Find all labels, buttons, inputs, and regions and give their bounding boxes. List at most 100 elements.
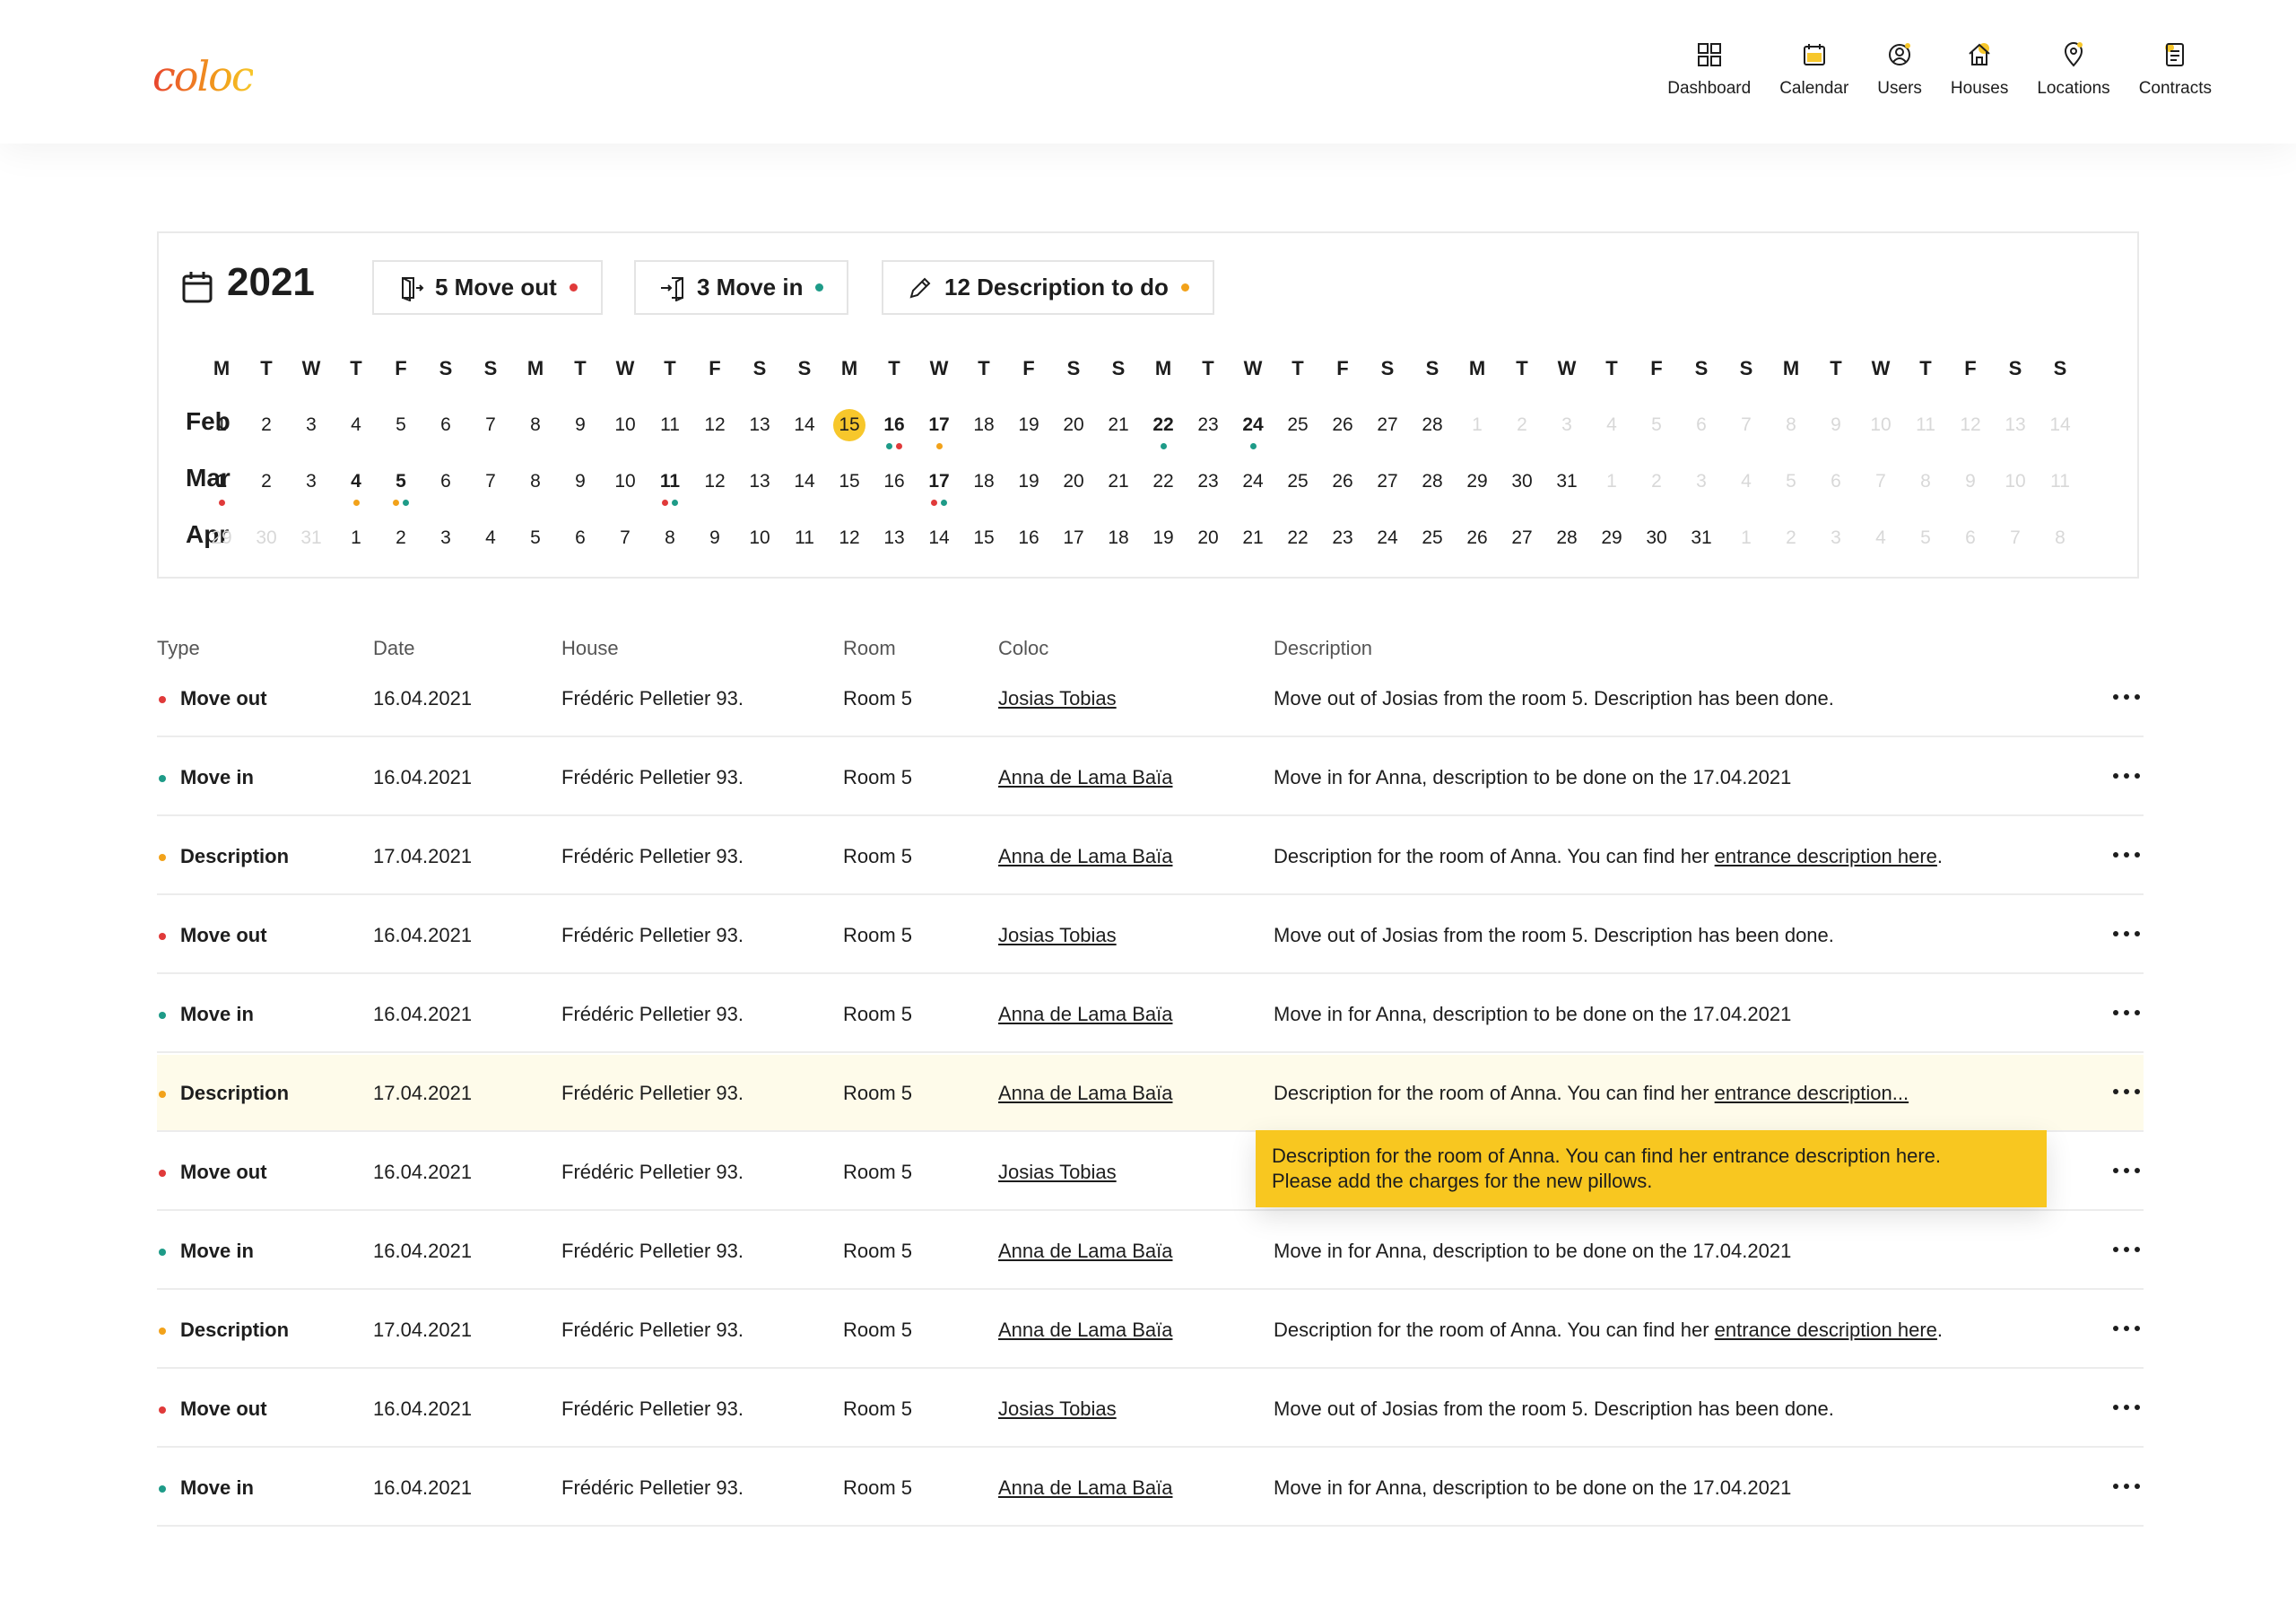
calendar-day[interactable]: 20 [1055, 466, 1092, 498]
calendar-day[interactable]: 1 [203, 466, 240, 498]
row-coloc-link[interactable]: Josias Tobias [998, 660, 1117, 737]
chip-description-todo[interactable]: 12 Description to do [882, 260, 1214, 315]
row-coloc-link[interactable]: Anna de Lama Baïa [998, 1213, 1172, 1290]
row-more-button[interactable] [2113, 694, 2140, 700]
calendar-day[interactable]: 7 [606, 522, 644, 554]
calendar-day[interactable]: 26 [1458, 522, 1496, 554]
col-date[interactable]: Date [373, 637, 414, 660]
chip-move-out[interactable]: 5 Move out [372, 260, 603, 315]
calendar-day[interactable]: 29 [1593, 522, 1631, 554]
table-row[interactable]: Description 17.04.2021 Frédéric Pelletier … [157, 1055, 2144, 1132]
calendar-day[interactable]: 16 [875, 409, 913, 441]
entrance-description-link[interactable]: entrance description... [1715, 1082, 1909, 1104]
calendar-day[interactable]: 19 [1010, 466, 1048, 498]
calendar-day[interactable]: 17 [1055, 522, 1092, 554]
calendar-day[interactable]: 9 [561, 466, 599, 498]
row-coloc-link[interactable]: Josias Tobias [998, 897, 1117, 974]
row-coloc-link[interactable]: Anna de Lama Baïa [998, 739, 1172, 816]
calendar-day[interactable]: 23 [1189, 466, 1227, 498]
col-coloc[interactable]: Coloc [998, 637, 1048, 660]
calendar-day[interactable]: 24 [1369, 522, 1406, 554]
calendar-day[interactable]: 17 [920, 409, 958, 441]
calendar-day[interactable]: 24 [1234, 409, 1272, 441]
calendar-day[interactable]: 2 [248, 466, 285, 498]
col-description[interactable]: Description [1274, 637, 1372, 660]
calendar-day[interactable]: 18 [965, 409, 1003, 441]
col-type[interactable]: Type [157, 637, 200, 660]
calendar-day[interactable]: 12 [696, 466, 734, 498]
col-house[interactable]: House [561, 637, 619, 660]
calendar-day[interactable]: 17 [920, 466, 958, 498]
calendar-day[interactable]: 8 [517, 466, 554, 498]
calendar-day[interactable]: 15 [833, 409, 865, 441]
calendar-day[interactable]: 11 [786, 522, 823, 554]
entrance-description-link[interactable]: entrance description here [1715, 845, 1937, 867]
calendar-day[interactable]: 25 [1413, 522, 1451, 554]
calendar-day[interactable]: 21 [1100, 466, 1137, 498]
nav-calendar[interactable]: Calendar [1779, 39, 1848, 99]
nav-users[interactable]: Users [1877, 39, 1922, 99]
coloc-logo[interactable]: coloc [152, 52, 255, 100]
row-more-button[interactable] [2113, 1247, 2140, 1252]
calendar-day[interactable]: 11 [651, 466, 689, 498]
calendar-day[interactable]: 5 [382, 409, 420, 441]
row-coloc-link[interactable]: Anna de Lama Baïa [998, 818, 1172, 895]
calendar-day[interactable]: 22 [1144, 409, 1182, 441]
calendar-day[interactable]: 18 [1100, 522, 1137, 554]
calendar-day[interactable]: 7 [472, 409, 509, 441]
row-more-button[interactable] [2113, 1405, 2140, 1410]
calendar-day[interactable]: 22 [1144, 466, 1182, 498]
calendar-day[interactable]: 26 [1324, 409, 1361, 441]
row-coloc-link[interactable]: Anna de Lama Baïa [998, 976, 1172, 1053]
calendar-day[interactable]: 3 [292, 466, 330, 498]
calendar-day[interactable]: 6 [427, 409, 465, 441]
calendar-day[interactable]: 27 [1369, 409, 1406, 441]
calendar-day[interactable]: 13 [741, 466, 778, 498]
calendar-day[interactable]: 20 [1055, 409, 1092, 441]
calendar-day[interactable]: 4 [472, 522, 509, 554]
table-row[interactable]: Move out 16.04.2021 Frédéric Pelletier 93.… [157, 897, 2144, 974]
row-coloc-link[interactable]: Anna de Lama Baïa [998, 1055, 1172, 1132]
calendar-day[interactable]: 19 [1010, 409, 1048, 441]
table-row[interactable]: Description 17.04.2021 Frédéric Pelletier … [157, 818, 2144, 895]
table-row[interactable]: Move in 16.04.2021 Frédéric Pelletier 93. R… [157, 976, 2144, 1053]
row-more-button[interactable] [2113, 931, 2140, 936]
calendar-day[interactable]: 29 [1458, 466, 1496, 498]
calendar-day[interactable]: 8 [517, 409, 554, 441]
calendar-day[interactable]: 23 [1189, 409, 1227, 441]
calendar-day[interactable]: 13 [741, 409, 778, 441]
calendar-day[interactable]: 25 [1279, 466, 1317, 498]
calendar-day[interactable]: 15 [965, 522, 1003, 554]
row-more-button[interactable] [2113, 1326, 2140, 1331]
calendar-day[interactable]: 2 [248, 409, 285, 441]
row-more-button[interactable] [2113, 1168, 2140, 1173]
table-row[interactable]: Move out 16.04.2021 Frédéric Pelletier 93.… [157, 660, 2144, 737]
calendar-day[interactable]: 12 [696, 409, 734, 441]
calendar-day[interactable]: 24 [1234, 466, 1272, 498]
calendar-day[interactable]: 27 [1503, 522, 1541, 554]
calendar-day[interactable]: 14 [786, 409, 823, 441]
calendar-day[interactable]: 2 [382, 522, 420, 554]
calendar-day[interactable]: 22 [1279, 522, 1317, 554]
calendar-day[interactable]: 12 [831, 522, 868, 554]
calendar-day[interactable]: 16 [1010, 522, 1048, 554]
calendar-day[interactable]: 11 [651, 409, 689, 441]
row-coloc-link[interactable]: Josias Tobias [998, 1134, 1117, 1211]
calendar-day[interactable]: 30 [1503, 466, 1541, 498]
row-more-button[interactable] [2113, 773, 2140, 779]
calendar-day[interactable]: 7 [472, 466, 509, 498]
calendar-day[interactable]: 10 [606, 409, 644, 441]
calendar-day[interactable]: 25 [1279, 409, 1317, 441]
calendar-day[interactable]: 9 [561, 409, 599, 441]
calendar-day[interactable]: 14 [920, 522, 958, 554]
calendar-day[interactable]: 23 [1324, 522, 1361, 554]
calendar-day[interactable]: 19 [1144, 522, 1182, 554]
nav-houses[interactable]: Houses [1951, 39, 2008, 99]
row-more-button[interactable] [2113, 1010, 2140, 1015]
calendar-day[interactable]: 8 [651, 522, 689, 554]
calendar-day[interactable]: 31 [1548, 466, 1586, 498]
calendar-day[interactable]: 20 [1189, 522, 1227, 554]
nav-contracts[interactable]: Contracts [2139, 39, 2212, 99]
calendar-day[interactable]: 28 [1548, 522, 1586, 554]
calendar-day[interactable]: 28 [1413, 466, 1451, 498]
